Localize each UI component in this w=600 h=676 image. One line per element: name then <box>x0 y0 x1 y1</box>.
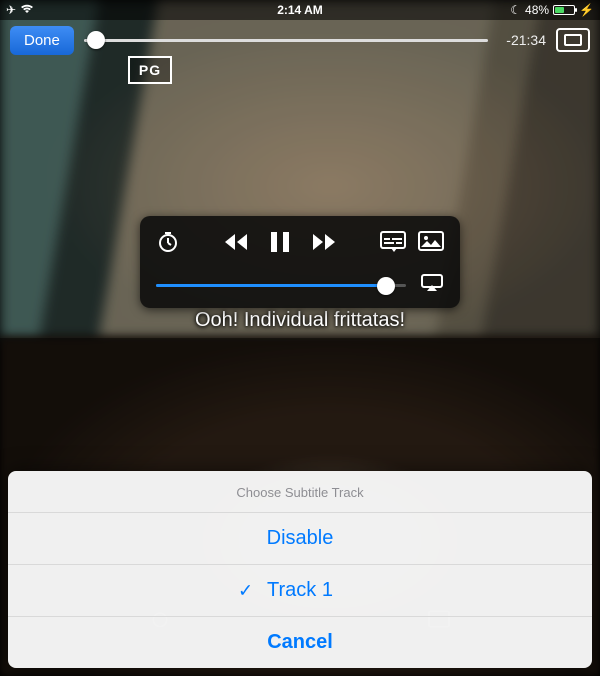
status-bar: ✈ 2:14 AM ☾ 48% ⚡ <box>0 0 600 20</box>
sheet-title: Choose Subtitle Track <box>8 471 592 512</box>
cancel-label: Cancel <box>267 631 333 653</box>
option-label: Track 1 <box>267 579 333 601</box>
battery-icon <box>553 5 575 15</box>
picture-icon[interactable] <box>418 231 444 258</box>
video-player-2: ✈ 2:14 AM ☾ 48% ⚡ Done -21:27 PG <box>0 338 600 676</box>
rating-badge: PG <box>128 56 172 84</box>
subtitle-action-sheet: Choose Subtitle Track Disable ✓ Track 1 … <box>8 471 592 668</box>
time-remaining: -21:34 <box>498 32 546 48</box>
charging-icon: ⚡ <box>579 3 594 17</box>
checkmark-icon: ✓ <box>238 580 253 601</box>
battery-percentage: 48% <box>525 3 549 17</box>
volume-slider[interactable] <box>156 284 406 287</box>
sheet-cancel-button[interactable]: Cancel <box>8 616 592 668</box>
moon-icon: ☾ <box>510 3 521 17</box>
video-player-1: ✈ 2:14 AM ☾ 48% ⚡ Done -21:34 PG <box>0 0 600 338</box>
player-toolbar: Done -21:34 <box>0 20 600 60</box>
pause-icon[interactable] <box>269 230 291 259</box>
rewind-icon[interactable] <box>221 230 251 259</box>
subtitle-caption: Ooh! Individual frittatas! <box>0 309 600 332</box>
subtitles-icon[interactable] <box>380 231 406 258</box>
playback-hud <box>140 216 460 308</box>
done-button[interactable]: Done <box>10 26 74 55</box>
playback-scrubber[interactable] <box>84 30 488 50</box>
fast-forward-icon[interactable] <box>309 230 339 259</box>
wifi-icon <box>20 3 34 17</box>
option-label: Disable <box>267 527 334 549</box>
airplay-icon[interactable] <box>420 273 444 298</box>
sheet-option-disable[interactable]: Disable <box>8 512 592 564</box>
sheet-option-track1[interactable]: ✓ Track 1 <box>8 564 592 616</box>
airplane-mode-icon: ✈ <box>6 3 16 17</box>
sleep-timer-icon[interactable] <box>156 230 180 259</box>
aspect-ratio-button[interactable] <box>556 28 590 52</box>
